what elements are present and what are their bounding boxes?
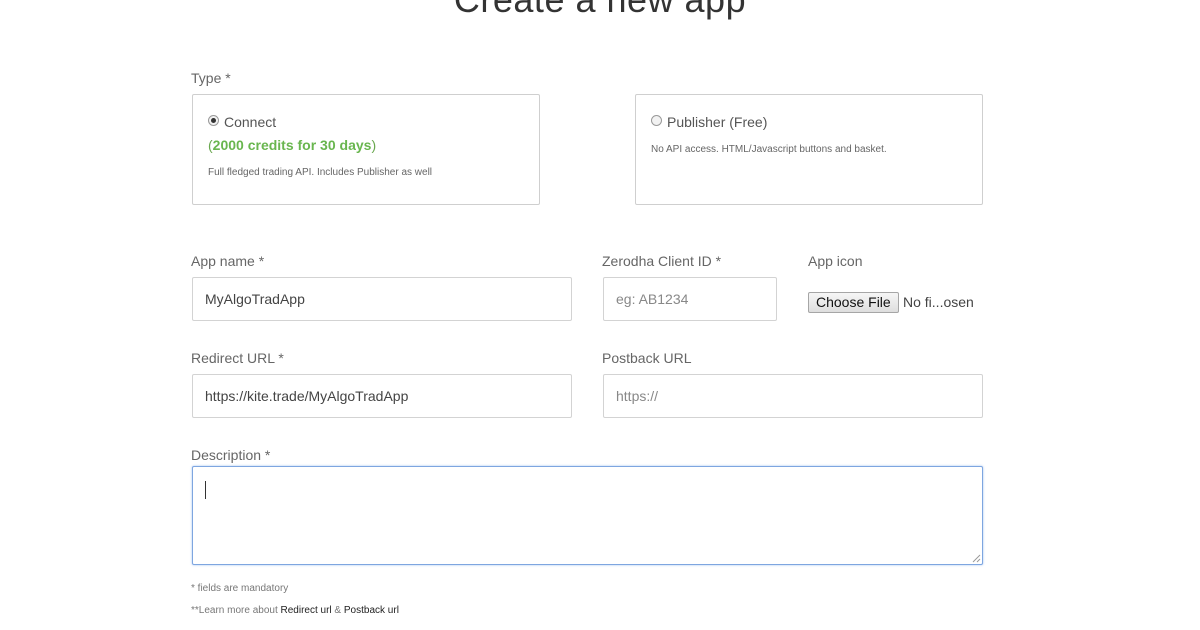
- client-id-label: Zerodha Client ID *: [602, 253, 722, 269]
- redirect-url-link[interactable]: Redirect url: [281, 605, 332, 616]
- app-name-input[interactable]: [192, 277, 572, 321]
- learn-more-prefix: **Learn more about: [191, 605, 281, 616]
- page-title: Create a new app: [0, 0, 1200, 18]
- learn-more-separator: &: [331, 605, 344, 616]
- connect-radio[interactable]: [208, 115, 219, 126]
- credits-text: 2000 credits for 30 days: [212, 137, 372, 153]
- connect-label: Connect: [224, 114, 277, 130]
- credits-close-paren: ): [371, 137, 377, 153]
- app-name-label: App name *: [191, 253, 265, 269]
- postback-url-link[interactable]: Postback url: [344, 605, 399, 616]
- type-option-connect[interactable]: Connect (2000 credits for 30 days) Full …: [192, 94, 540, 205]
- postback-url-label: Postback URL: [602, 350, 692, 366]
- connect-description: Full fledged trading API. Includes Publi…: [208, 167, 433, 178]
- text-caret: [205, 481, 206, 499]
- mandatory-note: * fields are mandatory: [191, 583, 289, 594]
- choose-file-button[interactable]: Choose File: [808, 292, 899, 313]
- publisher-radio[interactable]: [651, 115, 662, 126]
- description-textarea[interactable]: [192, 466, 983, 565]
- redirect-url-input[interactable]: [192, 374, 572, 418]
- publisher-label: Publisher (Free): [667, 114, 768, 130]
- description-label: Description *: [191, 447, 271, 463]
- resize-grip-icon[interactable]: [972, 554, 981, 563]
- client-id-input[interactable]: [603, 277, 777, 321]
- type-label: Type *: [191, 70, 231, 86]
- postback-url-input[interactable]: [603, 374, 983, 418]
- type-option-publisher[interactable]: Publisher (Free) No API access. HTML/Jav…: [635, 94, 983, 205]
- app-icon-label: App icon: [808, 253, 863, 269]
- file-status: No fi...osen: [903, 294, 974, 310]
- redirect-url-label: Redirect URL *: [191, 350, 284, 366]
- publisher-description: No API access. HTML/Javascript buttons a…: [651, 144, 887, 155]
- learn-more-note: **Learn more about Redirect url & Postba…: [191, 605, 399, 617]
- connect-credits: (2000 credits for 30 days): [208, 137, 376, 153]
